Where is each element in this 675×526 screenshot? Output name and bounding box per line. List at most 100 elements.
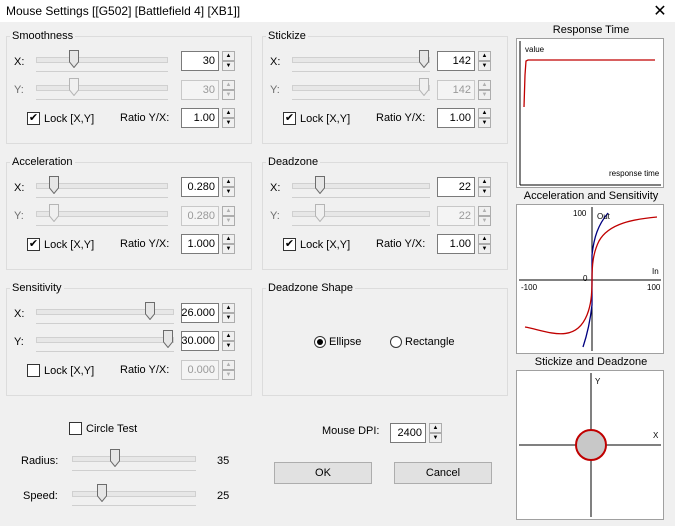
mouse-dpi-input[interactable]: 2400 [390,423,426,443]
acceleration-x-thumb[interactable] [49,176,59,194]
speed-thumb[interactable] [97,484,107,502]
stickize-y-spinner: ▲ ▼ [478,80,491,100]
stickize-ratio-input[interactable]: 1.00 [437,108,475,128]
circle-test-label: Circle Test [86,423,138,435]
sensitivity-y-label: Y: [14,336,24,348]
deadzone-ratio-spinner[interactable]: ▲ ▼ [478,234,491,254]
acceleration-x-ticks [36,197,168,198]
sensitivity-x-input[interactable]: 26.000 [181,303,219,323]
stickize-ratio-spinner[interactable]: ▲ ▼ [478,108,491,128]
sensitivity-y-ticks [36,351,174,352]
radius-ticks [72,470,196,471]
deadzone-y-spinner: ▲ ▼ [478,206,491,226]
smoothness-x-input[interactable]: 30 [181,51,219,71]
stickize-label: Stickize [266,30,308,42]
circle-test-checkbox[interactable] [69,422,82,435]
deadzone-ratio-label: Ratio Y/X: [376,238,426,250]
stickize-y-input: 142 [437,80,475,100]
acceleration-x-input[interactable]: 0.280 [181,177,219,197]
accel-sens-zero: 0 [583,274,588,283]
accel-sens-title: Acceleration and Sensitivity [523,190,659,202]
acceleration-y-thumb[interactable] [49,204,59,222]
deadzone-x-slider[interactable] [292,183,430,189]
sensitivity-x-spinner[interactable]: ▲ ▼ [222,303,235,323]
sensitivity-y-thumb[interactable] [163,330,173,348]
smoothness-ratio-spinner[interactable]: ▲ ▼ [222,108,235,128]
speed-slider[interactable] [72,491,196,497]
stickize-lock-checkbox[interactable]: ✔ [283,112,296,125]
ellipse-radio[interactable] [314,336,326,348]
deadzone-x-input[interactable]: 22 [437,177,475,197]
acceleration-lock-checkbox[interactable]: ✔ [27,238,40,251]
stickize-deadzone-graph: Y X [516,370,664,520]
deadzone-y-input: 22 [437,206,475,226]
deadzone-x-spinner[interactable]: ▲ ▼ [478,177,491,197]
smoothness-lock-checkbox[interactable]: ✔ [27,112,40,125]
smoothness-y-label: Y: [14,84,24,96]
close-icon[interactable]: ✕ [652,1,668,21]
stickize-x-label: X: [270,56,281,68]
stickize-deadzone-y-label: Y [595,377,601,386]
cancel-button[interactable]: Cancel [394,462,492,484]
sensitivity-x-label: X: [14,308,25,320]
sensitivity-x-thumb[interactable] [145,302,155,320]
sensitivity-lock-label: Lock [X,Y] [44,365,95,377]
mouse-dpi-spinner[interactable]: ▲ ▼ [429,423,442,443]
accel-sens-x-min: -100 [521,283,538,292]
sensitivity-ratio-label: Ratio Y/X: [120,364,170,376]
acceleration-lock-label: Lock [X,Y] [44,239,95,251]
radius-thumb[interactable] [110,449,120,467]
smoothness-y-ticks [36,99,168,100]
sensitivity-ratio-input: 0.000 [181,360,219,380]
sensitivity-x-ticks [36,323,174,324]
smoothness-x-thumb[interactable] [69,50,79,68]
acceleration-y-spinner: ▲ ▼ [222,206,235,226]
radius-label: Radius: [21,455,59,467]
acceleration-ratio-spinner[interactable]: ▲ ▼ [222,234,235,254]
mouse-dpi-label: Mouse DPI: [322,425,380,437]
sensitivity-y-spinner[interactable]: ▲ ▼ [222,331,235,351]
acceleration-x-label: X: [14,182,25,194]
acceleration-ratio-input[interactable]: 1.000 [181,234,219,254]
stickize-y-slider[interactable] [292,85,430,91]
deadzone-y-ticks [292,225,430,226]
stickize-y-thumb[interactable] [419,78,429,96]
smoothness-y-slider[interactable] [36,85,168,91]
sensitivity-lock-checkbox[interactable] [27,364,40,377]
deadzone-lock-label: Lock [X,Y] [300,239,351,251]
stickize-x-spinner[interactable]: ▲ ▼ [478,51,491,71]
response-time-graph: value response time [516,38,664,188]
accel-sens-y-label: Out [597,212,610,221]
stickize-y-ticks [292,99,430,100]
stickize-lock-label: Lock [X,Y] [300,113,351,125]
stickize-x-thumb[interactable] [419,50,429,68]
window-title: Mouse Settings [[G502] [Battlefield 4] [… [6,4,241,18]
deadzone-y-slider[interactable] [292,211,430,217]
smoothness-x-label: X: [14,56,25,68]
smoothness-ratio-input[interactable]: 1.00 [181,108,219,128]
rectangle-radio[interactable] [390,336,402,348]
deadzone-x-ticks [292,197,430,198]
stickize-x-input[interactable]: 142 [437,51,475,71]
sensitivity-y-slider[interactable] [36,337,174,343]
speed-label: Speed: [23,490,58,502]
smoothness-label: Smoothness [10,30,76,42]
sensitivity-y-input[interactable]: 30.000 [181,331,219,351]
stickize-deadzone-x-label: X [653,431,659,440]
radius-slider[interactable] [72,456,196,462]
deadzone-ratio-input[interactable]: 1.00 [437,234,475,254]
acceleration-y-ticks [36,225,168,226]
stickize-x-slider[interactable] [292,57,430,63]
deadzone-shape-label: Deadzone Shape [266,282,356,294]
smoothness-x-slider[interactable] [36,57,168,63]
deadzone-y-thumb[interactable] [315,204,325,222]
ok-button[interactable]: OK [274,462,372,484]
acceleration-x-spinner[interactable]: ▲ ▼ [222,177,235,197]
deadzone-x-label: X: [270,182,281,194]
deadzone-lock-checkbox[interactable]: ✔ [283,238,296,251]
smoothness-x-ticks [36,71,168,72]
ellipse-label: Ellipse [329,336,362,348]
smoothness-y-thumb[interactable] [69,78,79,96]
deadzone-x-thumb[interactable] [315,176,325,194]
smoothness-x-spinner[interactable]: ▲ ▼ [222,51,235,71]
